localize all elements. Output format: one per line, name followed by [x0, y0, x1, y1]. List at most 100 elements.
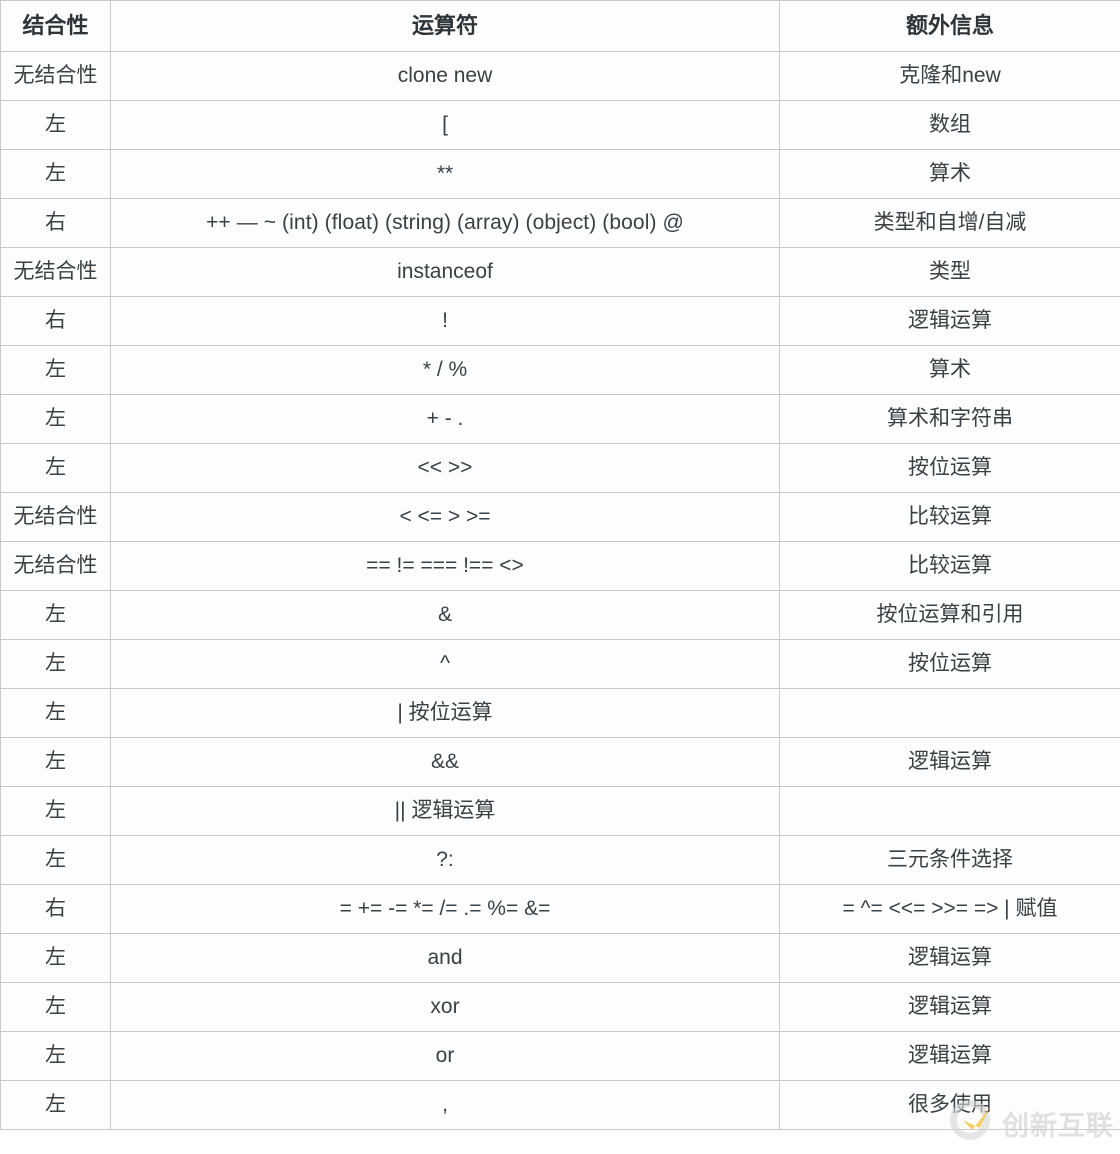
- cell-associativity: 左: [0, 345, 111, 395]
- cell-operator-text: = += -= *= /= .= %= &=: [339, 896, 551, 920]
- cell-associativity: 左: [0, 786, 111, 836]
- cell-operator: || 逻辑运算: [110, 786, 780, 836]
- cell-extra-info: 三元条件选择: [779, 835, 1120, 885]
- cell-associativity: 无结合性: [0, 51, 111, 101]
- cell-extra-info-text: 三元条件选择: [887, 847, 1013, 871]
- table-header: 结合性 运算符 额外信息: [0, 0, 1120, 52]
- cell-extra-info-text: 按位运算和引用: [876, 602, 1024, 626]
- cell-extra-info-text: 算术: [929, 161, 971, 185]
- cell-extra-info-text: 比较运算: [908, 504, 992, 528]
- operator-precedence-table-container: 结合性 运算符 额外信息 无结合性 clone new 克隆和new 左 [ 数组左 ** 算…: [0, 0, 1120, 1154]
- table-row: 左 || 逻辑运算: [0, 786, 1120, 836]
- cell-extra-info-text: 逻辑运算: [908, 945, 992, 969]
- cell-operator-text: or: [435, 1043, 455, 1067]
- table-row: 无结合性 clone new 克隆和new: [0, 51, 1120, 101]
- table-row: 左 and 逻辑运算: [0, 933, 1120, 983]
- cell-operator: clone new: [110, 51, 780, 101]
- cell-operator-text: **: [436, 161, 454, 185]
- cell-associativity: 无结合性: [0, 541, 111, 591]
- cell-operator-text: == != === !== <>: [366, 553, 524, 577]
- table-row: 左 ^ 按位运算: [0, 639, 1120, 689]
- table-body: 无结合性 clone new 克隆和new 左[数组左 ** 算术右 ++ — ~ (int…: [0, 51, 1120, 1130]
- table-row: 左, 很多使用: [0, 1080, 1120, 1130]
- table-row: 左 | 按位运算: [0, 688, 1120, 738]
- cell-operator-text: &&: [430, 749, 459, 773]
- table-row: 左 * / % 算术: [0, 345, 1120, 395]
- cell-associativity: 左: [0, 982, 111, 1032]
- cell-extra-info-text: 逻辑运算: [908, 994, 992, 1018]
- cell-operator: == != === !== <>: [110, 541, 780, 591]
- cell-extra-info: = ^= <<= >>= => | 赋值: [779, 884, 1120, 934]
- cell-extra-info: 数组: [779, 100, 1120, 150]
- cell-operator-text: ^: [440, 651, 450, 675]
- cell-extra-info-text: = ^= <<= >>= => | 赋值: [842, 896, 1058, 920]
- table-row: 左 xor 逻辑运算: [0, 982, 1120, 1032]
- cell-extra-info: 类型: [779, 247, 1120, 297]
- column-header-operator: 运算符: [110, 0, 780, 52]
- cell-operator-text: clone new: [397, 63, 493, 87]
- cell-extra-info: [779, 688, 1120, 738]
- cell-associativity: 左: [0, 835, 111, 885]
- column-header-associativity: 结合性: [0, 0, 111, 52]
- cell-operator: ?:: [110, 835, 780, 885]
- cell-associativity: 左: [0, 590, 111, 640]
- cell-associativity: 左: [0, 639, 111, 689]
- cell-operator: ^: [110, 639, 780, 689]
- cell-associativity: 右: [0, 198, 111, 248]
- cell-extra-info: 逻辑运算: [779, 1031, 1120, 1081]
- cell-extra-info-text: 按位运算: [908, 455, 992, 479]
- table-row: 无结合性 instanceof 类型: [0, 247, 1120, 297]
- cell-operator: | 按位运算: [110, 688, 780, 738]
- table-row: 右 = += -= *= /= .= %= &= = ^= <<= >>= => |…: [0, 884, 1120, 934]
- cell-associativity: 无结合性: [0, 492, 111, 542]
- cell-operator: = += -= *= /= .= %= &=: [110, 884, 780, 934]
- cell-operator-text: << >>: [417, 455, 473, 479]
- cell-extra-info: 算术: [779, 149, 1120, 199]
- cell-operator: !: [110, 296, 780, 346]
- table-row: 右! 逻辑运算: [0, 296, 1120, 346]
- cell-operator: and: [110, 933, 780, 983]
- table-row: 左 << >> 按位运算: [0, 443, 1120, 493]
- cell-operator: + - .: [110, 394, 780, 444]
- cell-operator: &&: [110, 737, 780, 787]
- cell-associativity: 左: [0, 1031, 111, 1081]
- cell-operator-text: ,: [442, 1092, 448, 1116]
- table-row: 左?: 三元条件选择: [0, 835, 1120, 885]
- cell-operator: ,: [110, 1080, 780, 1130]
- cell-extra-info: 克隆和new: [779, 51, 1120, 101]
- cell-operator: [: [110, 100, 780, 150]
- table-row: 无结合性 == != === !== <> 比较运算: [0, 541, 1120, 591]
- cell-operator-text: * / %: [422, 357, 468, 381]
- cell-extra-info: 算术: [779, 345, 1120, 395]
- cell-operator: xor: [110, 982, 780, 1032]
- cell-extra-info: 很多使用: [779, 1080, 1120, 1130]
- cell-extra-info: 逻辑运算: [779, 296, 1120, 346]
- cell-associativity: 左: [0, 737, 111, 787]
- cell-operator: &: [110, 590, 780, 640]
- cell-extra-info-text: 算术: [929, 357, 971, 381]
- cell-extra-info: 算术和字符串: [779, 394, 1120, 444]
- cell-operator-text: ?:: [436, 847, 454, 871]
- table-row: 右 ++ — ~ (int) (float) (string) (array) (…: [0, 198, 1120, 248]
- column-header-extra-info: 额外信息: [779, 0, 1120, 52]
- cell-operator-text: xor: [430, 994, 460, 1018]
- cell-extra-info: 按位运算: [779, 443, 1120, 493]
- cell-operator-text: < <= > >=: [399, 504, 491, 528]
- cell-extra-info-text: 克隆和new: [899, 63, 1001, 87]
- cell-extra-info-text: 类型: [929, 259, 971, 283]
- table-row: 左 & 按位运算和引用: [0, 590, 1120, 640]
- table-row: 左 ** 算术: [0, 149, 1120, 199]
- cell-extra-info: 比较运算: [779, 492, 1120, 542]
- cell-associativity: 左: [0, 394, 111, 444]
- cell-extra-info: 逻辑运算: [779, 982, 1120, 1032]
- cell-associativity: 左: [0, 1080, 111, 1130]
- cell-operator: **: [110, 149, 780, 199]
- cell-associativity: 左: [0, 688, 111, 738]
- cell-associativity: 左: [0, 933, 111, 983]
- cell-operator-text: [: [442, 112, 448, 136]
- cell-operator: * / %: [110, 345, 780, 395]
- table-row: 左 [数组: [0, 100, 1120, 150]
- cell-operator-text: + - .: [426, 406, 464, 430]
- cell-operator: << >>: [110, 443, 780, 493]
- cell-associativity: 无结合性: [0, 247, 111, 297]
